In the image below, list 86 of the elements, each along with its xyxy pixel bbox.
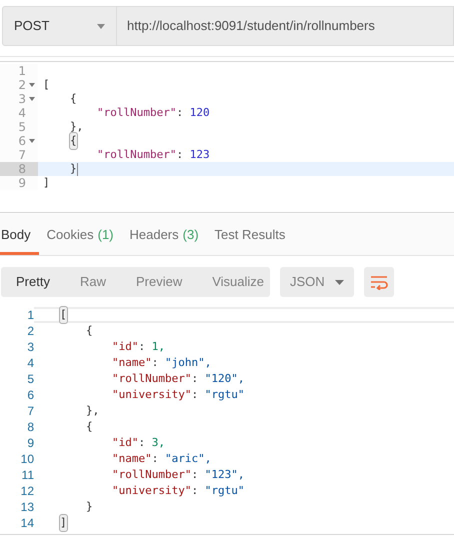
json-bracket: :: [176, 104, 184, 121]
line-number: 7: [18, 147, 26, 164]
response-tab[interactable]: Body: [0, 217, 39, 255]
fold-caret-icon[interactable]: [29, 83, 35, 87]
format-label: JSON: [290, 273, 325, 292]
line-number: 6: [18, 133, 26, 150]
line-number: 2: [18, 77, 26, 94]
view-mode-tab[interactable]: Pretty: [1, 267, 65, 297]
json-bracket: :: [152, 450, 158, 467]
line-number: 3: [27, 339, 34, 356]
json-value: "120",: [204, 370, 244, 387]
json-key: "university": [112, 482, 192, 500]
json-key: "university": [112, 386, 192, 404]
wrap-icon: [370, 274, 388, 290]
json-key: "name": [112, 354, 152, 372]
json-bracket: :: [138, 338, 146, 355]
url-field[interactable]: http://localhost:9091/student/in/rollnumbers: [117, 6, 454, 46]
json-value: 1,: [152, 338, 165, 355]
json-bracket: :: [176, 146, 184, 163]
json-key: "rollNumber": [97, 146, 176, 164]
json-bracket: ]: [43, 174, 50, 191]
line-number: 6: [27, 387, 34, 404]
json-key: "id": [112, 434, 138, 452]
json-bracket: :: [191, 386, 198, 403]
line-number: 9: [18, 175, 26, 192]
json-bracket: {: [86, 322, 93, 339]
line-number: 7: [27, 403, 34, 420]
line-number: 12: [20, 483, 34, 500]
json-bracket: },: [86, 402, 100, 419]
view-mode-tab[interactable]: Visualize: [197, 267, 280, 297]
line-number: 14: [20, 515, 34, 532]
json-bracket: :: [191, 466, 198, 483]
json-key: "id": [112, 338, 138, 356]
response-tab[interactable]: Headers (3): [122, 217, 207, 255]
caret-icon: [335, 280, 344, 284]
line-number: 5: [18, 119, 26, 136]
json-bracket: }: [86, 498, 93, 515]
url-text: http://localhost:9091/student/in/rollnumbers: [127, 17, 375, 36]
json-bracket: :: [138, 434, 146, 451]
line-number: 13: [20, 499, 34, 516]
json-value: "123",: [204, 466, 244, 483]
json-value: 123: [190, 146, 210, 163]
line-number: 1: [27, 307, 34, 324]
json-bracket: [: [43, 76, 50, 93]
json-bracket: {: [70, 90, 77, 107]
caret-icon: [97, 24, 105, 28]
json-bracket: :: [191, 370, 198, 387]
line-number: 4: [18, 105, 26, 122]
view-mode-tab[interactable]: Preview: [120, 267, 198, 297]
line-number: 3: [18, 91, 26, 108]
json-bracket: ]: [60, 514, 67, 532]
json-key: "rollNumber": [97, 104, 176, 122]
json-value: "aric",: [164, 450, 212, 467]
json-bracket: [: [60, 306, 67, 324]
wrap-lines-button[interactable]: [364, 267, 394, 297]
json-value: 3,: [152, 434, 165, 451]
response-tab[interactable]: Cookies (1): [38, 217, 122, 255]
method-text: POST: [14, 17, 50, 36]
format-dropdown[interactable]: JSON: [280, 267, 354, 297]
line-number: 11: [22, 467, 34, 484]
json-key: "rollNumber": [112, 466, 192, 484]
fold-caret-icon[interactable]: [29, 139, 35, 143]
line-number: 5: [27, 371, 34, 388]
view-mode-tab[interactable]: Raw: [64, 267, 121, 297]
method-dropdown[interactable]: POST: [2, 6, 117, 46]
line-number: 2: [27, 323, 34, 340]
json-bracket: },: [70, 118, 84, 135]
line-number: 8: [27, 419, 34, 436]
line-number: 9: [27, 435, 34, 452]
json-value: 120: [190, 104, 210, 121]
json-bracket: {: [70, 132, 77, 150]
json-key: "name": [112, 450, 152, 468]
json-value: "john",: [164, 354, 212, 371]
json-key: "rollNumber": [112, 370, 192, 388]
line-number: 10: [20, 451, 34, 468]
response-tab[interactable]: Test Results: [206, 217, 294, 255]
line-number: 1: [18, 63, 26, 80]
fold-caret-icon[interactable]: [29, 97, 35, 101]
json-bracket: }: [70, 160, 77, 177]
json-bracket: :: [152, 354, 158, 371]
line-number: 8: [18, 161, 26, 178]
json-bracket: {: [86, 418, 93, 435]
json-value: "rgtu": [204, 482, 244, 499]
json-value: "rgtu": [204, 386, 244, 403]
line-number: 4: [27, 355, 34, 372]
json-bracket: :: [191, 482, 198, 499]
